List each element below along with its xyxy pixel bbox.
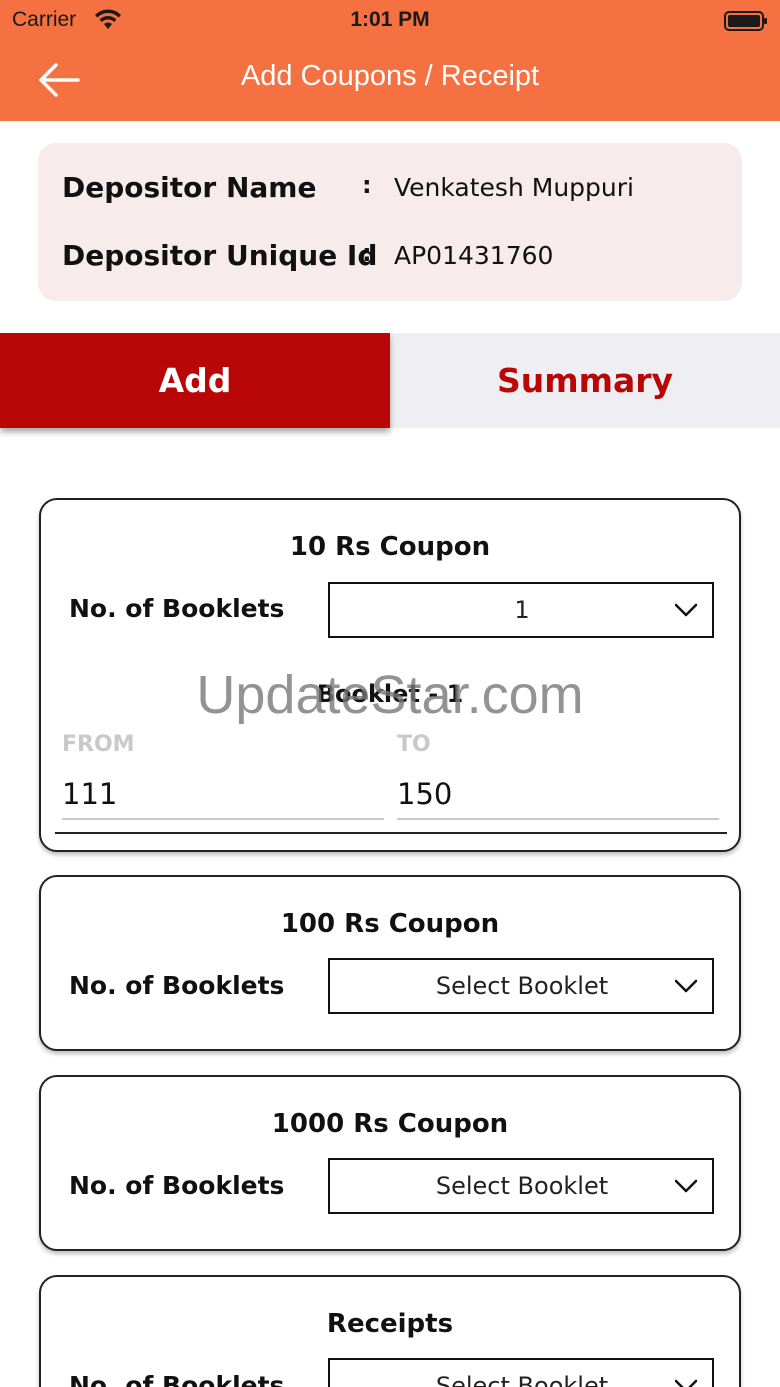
coupon-card-1000: 1000 Rs Coupon No. of Booklets Select Bo…	[39, 1075, 741, 1251]
chevron-down-icon	[674, 1379, 698, 1387]
app-header: Carrier 1:01 PM Add Coupons / Receipt	[0, 0, 780, 121]
coupon-title: 1000 Rs Coupon	[271, 1109, 509, 1139]
receipts-card: Receipts No. of Booklets Select Booklet	[39, 1275, 741, 1387]
booklet-count-select[interactable]: 1	[328, 582, 714, 638]
depositor-name-value: Venkatesh Muppuri	[394, 173, 634, 202]
battery-icon	[724, 11, 767, 31]
booklets-label: No. of Booklets	[69, 971, 285, 1000]
booklet-title: Booklet - 1	[316, 680, 464, 708]
tab-summary[interactable]: Summary	[390, 333, 780, 428]
booklet-count-select[interactable]: Select Booklet	[328, 958, 714, 1014]
booklet-count-select[interactable]: Select Booklet	[328, 1358, 714, 1387]
booklet-count-value: 1	[514, 596, 530, 624]
from-label: FROM	[62, 732, 135, 757]
depositor-id-value: AP01431760	[394, 241, 554, 270]
chevron-down-icon	[674, 1179, 698, 1193]
coupon-title: 10 Rs Coupon	[289, 532, 491, 562]
booklets-label: No. of Booklets	[69, 1171, 285, 1200]
chevron-down-icon	[674, 603, 698, 617]
to-label: TO	[397, 732, 431, 757]
booklet-count-value: Select Booklet	[435, 1372, 609, 1387]
from-input[interactable]	[62, 770, 384, 820]
tab-add[interactable]: Add	[0, 333, 390, 428]
divider	[55, 832, 727, 834]
depositor-name-row: Depositor Name : Venkatesh Muppuri	[62, 171, 722, 211]
colon-separator: :	[362, 239, 372, 267]
tab-bar: Add Summary	[0, 333, 780, 428]
page-title: Add Coupons / Receipt	[240, 60, 540, 92]
booklet-count-select[interactable]: Select Booklet	[328, 1158, 714, 1214]
coupon-title: Receipts	[326, 1309, 454, 1339]
depositor-id-row: Depositor Unique Id : AP01431760	[62, 239, 722, 279]
booklets-label: No. of Booklets	[69, 594, 285, 623]
depositor-info-card: Depositor Name : Venkatesh Muppuri Depos…	[38, 143, 742, 301]
booklet-count-value: Select Booklet	[435, 1172, 609, 1200]
chevron-down-icon	[674, 979, 698, 993]
status-bar: Carrier 1:01 PM	[0, 6, 780, 36]
booklet-count-value: Select Booklet	[435, 972, 609, 1000]
booklets-label: No. of Booklets	[69, 1371, 285, 1387]
status-time: 1:01 PM	[350, 8, 430, 31]
to-input[interactable]	[397, 770, 719, 820]
depositor-name-label: Depositor Name	[62, 171, 317, 204]
coupon-card-100: 100 Rs Coupon No. of Booklets Select Boo…	[39, 875, 741, 1051]
depositor-id-label: Depositor Unique Id	[62, 239, 378, 272]
coupon-title: 100 Rs Coupon	[280, 909, 500, 939]
colon-separator: :	[362, 171, 372, 199]
coupon-card-10: 10 Rs Coupon No. of Booklets 1 Booklet -…	[39, 498, 741, 852]
